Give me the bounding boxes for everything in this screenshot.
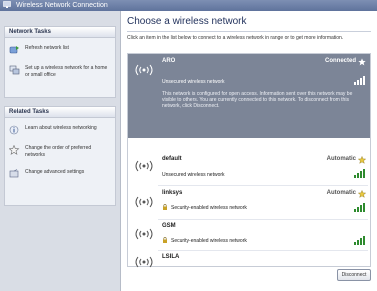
signal-strength-icon — [354, 169, 365, 178]
title-divider — [127, 31, 371, 32]
network-security-text: Security-enabled wireless network — [171, 238, 247, 244]
disconnect-button[interactable]: Disconnect — [337, 269, 371, 281]
related-tasks-heading: Related Tasks — [5, 107, 115, 118]
list-divider — [158, 250, 368, 251]
network-security-text: Security-enabled wireless network — [171, 205, 247, 211]
refresh-network-list-link[interactable]: Refresh network list — [5, 40, 115, 60]
setup-wireless-network-label: Set up a wireless network for a home or … — [25, 65, 108, 78]
connection-status: Connected — [324, 58, 356, 64]
setup-network-icon — [9, 65, 20, 75]
network-security-description: Unsecured wireless network — [162, 79, 225, 85]
settings-icon — [9, 169, 19, 178]
network-item-gsm[interactable]: GSM Security-enabled wireless network — [128, 221, 370, 249]
network-item-default[interactable]: default Automatic Unsecured wireless net… — [128, 152, 370, 184]
related-tasks-panel: Related Tasks Learn about wireless netwo… — [4, 106, 116, 206]
network-ssid: default — [162, 156, 182, 162]
network-item-aro[interactable]: ARO Connected Unsecured wireless network… — [128, 54, 370, 138]
change-preferred-order-label: Change the order of preferred networks — [25, 145, 92, 158]
wireless-network-list[interactable]: ARO Connected Unsecured wireless network… — [127, 53, 371, 268]
network-ssid: ARO — [162, 58, 176, 64]
title-bar: Wireless Network Connection — [0, 0, 377, 11]
task-sidebar: Network Tasks Refresh network list Set u… — [0, 11, 121, 291]
network-security-description: Security-enabled wireless network — [162, 204, 247, 211]
network-ssid: GSM — [162, 223, 176, 229]
refresh-network-list-label: Refresh network list — [25, 45, 69, 51]
signal-strength-icon — [354, 203, 365, 212]
security-lock-icon — [163, 204, 167, 210]
security-lock-icon — [163, 237, 167, 243]
network-ssid: LSILA — [162, 254, 180, 260]
list-divider — [158, 185, 368, 186]
star-icon — [358, 190, 366, 198]
network-security-description: Security-enabled wireless network — [162, 237, 247, 244]
network-detail-text: This network is configured for open acce… — [162, 91, 353, 109]
main-pane: Choose a wireless network Click an item … — [121, 11, 377, 291]
wireless-signal-icon — [135, 256, 153, 268]
network-item-linksys[interactable]: linksys Automatic Security-enabled wirel… — [128, 188, 370, 218]
setup-wireless-network-link[interactable]: Set up a wireless network for a home or … — [5, 60, 115, 84]
network-item-lsila[interactable]: LSILA — [128, 252, 370, 268]
refresh-icon — [9, 46, 19, 54]
star-icon — [358, 58, 366, 66]
learn-about-wireless-link[interactable]: Learn about wireless networking — [5, 120, 115, 140]
instructions-text: Click an item in the list below to conne… — [127, 35, 344, 41]
network-ssid: linksys — [162, 190, 183, 196]
wireless-signal-icon — [135, 160, 153, 172]
list-divider — [158, 219, 368, 220]
info-icon — [9, 125, 19, 135]
change-preferred-order-link[interactable]: Change the order of preferred networks — [5, 140, 115, 164]
network-tasks-panel: Network Tasks Refresh network list Set u… — [4, 26, 116, 98]
wireless-signal-icon — [135, 196, 153, 208]
change-advanced-settings-link[interactable]: Change advanced settings — [5, 164, 115, 184]
wireless-signal-icon — [135, 64, 153, 76]
window-title: Wireless Network Connection — [15, 2, 108, 9]
star-icon — [9, 145, 20, 155]
change-advanced-settings-label: Change advanced settings — [25, 169, 85, 175]
network-security-description: Unsecured wireless network — [162, 172, 225, 178]
wireless-network-icon — [3, 1, 11, 8]
signal-strength-icon — [354, 76, 365, 85]
network-tasks-heading: Network Tasks — [5, 27, 115, 38]
wireless-signal-icon — [135, 228, 153, 240]
connection-status: Automatic — [326, 156, 356, 162]
star-icon — [358, 156, 366, 164]
connection-status: Automatic — [326, 190, 356, 196]
signal-strength-icon — [354, 236, 365, 245]
page-title: Choose a wireless network — [127, 16, 247, 27]
learn-about-wireless-label: Learn about wireless networking — [25, 125, 97, 131]
